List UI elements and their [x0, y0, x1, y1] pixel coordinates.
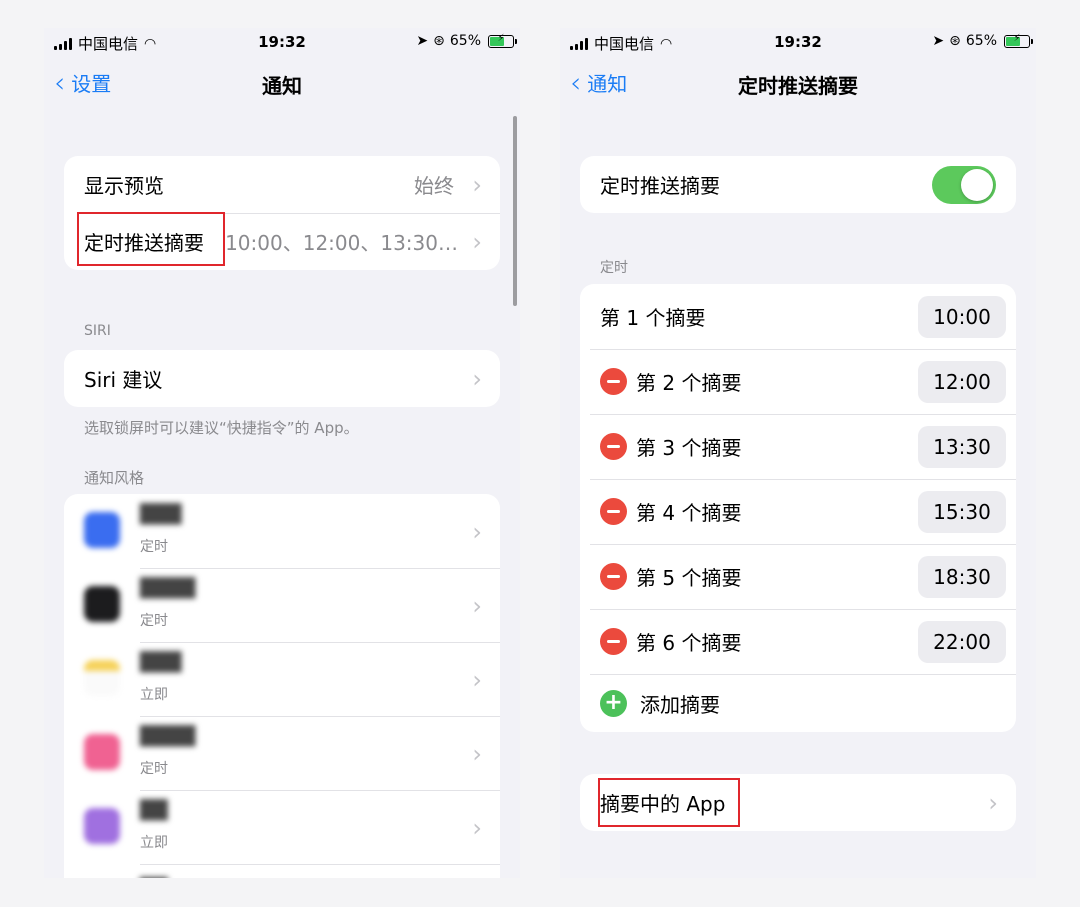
page-title: 通知	[262, 74, 302, 98]
siri-note: 选取锁屏时可以建议“快捷指令”的 App。	[84, 419, 359, 437]
scheduled-summary-screen: 中国电信 ◠ 19:32 ➤ ⊛ 65% ⚡ ‹ 通知 定时推送摘要 定时推送摘…	[560, 28, 1036, 878]
app-mode: 定时	[140, 539, 168, 555]
siri-group: Siri 建议 ›	[64, 350, 500, 407]
plus-icon: +	[600, 690, 627, 717]
scheduled-summary-toggle-label: 定时推送摘要	[600, 174, 720, 198]
app-mode: 立即	[140, 687, 168, 703]
battery-percent: 65%	[449, 33, 481, 49]
app-mode: 立即	[140, 835, 168, 851]
remove-icon[interactable]	[600, 368, 627, 395]
chevron-right-icon: ›	[472, 666, 482, 694]
siri-suggestions-label: Siri 建议	[84, 368, 163, 392]
summary-time-picker[interactable]: 18:30	[918, 556, 1006, 598]
summary-row-5: 第 5 个摘要 18:30	[580, 544, 1016, 609]
rotation-lock-icon: ⊛	[433, 33, 445, 49]
app-icon	[84, 734, 120, 770]
app-name: ██	[140, 800, 168, 821]
app-row[interactable]: ████ 定时 ›	[64, 568, 500, 642]
app-icon	[84, 660, 120, 696]
summary-row-6: 第 6 个摘要 22:00	[580, 609, 1016, 674]
chevron-right-icon: ›	[472, 227, 482, 256]
show-preview-value: 始终	[414, 174, 454, 198]
siri-section-label: SIRI	[84, 323, 111, 339]
nav-bar: ‹ 通知 定时推送摘要	[560, 64, 1036, 104]
summary-time-picker[interactable]: 10:00	[918, 296, 1006, 338]
summary-time-picker[interactable]: 13:30	[918, 426, 1006, 468]
status-bar: 中国电信 ◠ 19:32 ➤ ⊛ 65% ⚡	[44, 28, 520, 60]
app-row[interactable]: ██	[64, 864, 500, 878]
app-mode: 定时	[140, 613, 168, 629]
remove-icon[interactable]	[600, 498, 627, 525]
chevron-right-icon: ›	[472, 364, 482, 393]
summary-label: 第 4 个摘要	[636, 501, 742, 525]
summary-label: 第 6 个摘要	[636, 631, 742, 655]
summary-row-3: 第 3 个摘要 13:30	[580, 414, 1016, 479]
chevron-right-icon: ›	[988, 788, 998, 817]
show-preview-label: 显示预览	[84, 174, 164, 198]
summary-label: 第 2 个摘要	[636, 371, 742, 395]
highlight-box	[77, 212, 225, 266]
nav-bar: ‹ 设置 通知	[44, 64, 520, 104]
notifications-screen: 中国电信 ◠ 19:32 ➤ ⊛ 65% ⚡ ‹ 设置 通知 显示预览 始终 ›…	[44, 28, 520, 878]
app-row[interactable]: ████ 定时 ›	[64, 716, 500, 790]
summary-time-picker[interactable]: 15:30	[918, 491, 1006, 533]
battery-percent: 65%	[965, 33, 997, 49]
siri-suggestions-row[interactable]: Siri 建议 ›	[64, 350, 500, 407]
chevron-right-icon: ›	[472, 170, 482, 199]
app-row[interactable]: ███ 定时 ›	[64, 494, 500, 568]
remove-icon[interactable]	[600, 628, 627, 655]
chevron-right-icon: ›	[472, 740, 482, 768]
location-icon: ➤	[416, 33, 429, 49]
show-preview-row[interactable]: 显示预览 始终 ›	[64, 156, 500, 213]
highlight-box	[598, 778, 740, 827]
toggle-group: 定时推送摘要	[580, 156, 1016, 213]
battery-icon: ⚡	[488, 33, 517, 48]
app-name: ████	[140, 578, 196, 599]
schedule-group: 第 1 个摘要 10:00 第 2 个摘要 12:00 第 3 个摘要 13:3…	[580, 284, 1016, 732]
app-mode: 定时	[140, 761, 168, 777]
summary-time-picker[interactable]: 22:00	[918, 621, 1006, 663]
page-title: 定时推送摘要	[738, 74, 858, 98]
app-name: ████	[140, 726, 196, 747]
location-icon: ➤	[932, 33, 945, 49]
summary-time-picker[interactable]: 12:00	[918, 361, 1006, 403]
summary-row-2: 第 2 个摘要 12:00	[580, 349, 1016, 414]
app-name: ███	[140, 504, 182, 525]
remove-icon[interactable]	[600, 563, 627, 590]
app-icon	[84, 586, 120, 622]
app-row[interactable]: ██ 立即 ›	[64, 790, 500, 864]
app-row[interactable]: ███ 立即 ›	[64, 642, 500, 716]
app-icon	[84, 512, 120, 548]
scheduled-summary-value: 10:00、12:00、13:30…	[225, 231, 458, 255]
summary-row-1: 第 1 个摘要 10:00	[580, 284, 1016, 349]
remove-icon[interactable]	[600, 433, 627, 460]
toggle-knob	[961, 169, 993, 201]
app-name: ███	[140, 652, 182, 673]
add-summary-label: 添加摘要	[640, 692, 720, 717]
battery-icon: ⚡	[1004, 33, 1033, 48]
scheduled-summary-toggle-row: 定时推送摘要	[580, 156, 1016, 213]
style-section-label: 通知风格	[84, 469, 145, 487]
scheduled-summary-toggle[interactable]	[932, 166, 996, 204]
schedule-section-label: 定时	[600, 260, 628, 276]
scrollbar[interactable]	[513, 116, 517, 306]
rotation-lock-icon: ⊛	[949, 33, 961, 49]
chevron-right-icon: ›	[472, 814, 482, 842]
summary-label: 第 5 个摘要	[636, 566, 742, 590]
summary-row-4: 第 4 个摘要 15:30	[580, 479, 1016, 544]
chevron-right-icon: ›	[472, 518, 482, 546]
status-bar: 中国电信 ◠ 19:32 ➤ ⊛ 65% ⚡	[560, 28, 1036, 60]
add-summary-row[interactable]: + 添加摘要	[580, 674, 1016, 732]
summary-label: 第 1 个摘要	[600, 306, 706, 330]
chevron-right-icon: ›	[472, 592, 482, 620]
notification-style-group: ███ 定时 › ████ 定时 › ███ 立即 › ████ 定时 › ██…	[64, 494, 500, 878]
app-icon	[84, 808, 120, 844]
summary-label: 第 3 个摘要	[636, 436, 742, 460]
